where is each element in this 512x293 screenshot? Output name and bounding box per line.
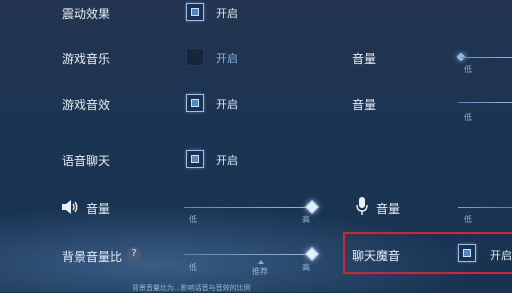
game-music-volume-min: 低 [464,65,472,74]
game-sfx-volume-min: 低 [464,113,472,122]
speaker-icon [61,199,79,215]
game-sfx-state-text: 开启 [216,98,238,111]
voice-changer-state-text: 开启 [490,249,512,262]
voice-chat-state-text: 开启 [216,154,238,167]
game-music-state-text: 开启 [216,52,238,65]
question-icon[interactable]: ? [127,247,141,261]
bg-volume-recommend-label: 推荐 [252,267,268,276]
game-music-volume-slider[interactable] [461,57,512,58]
vibration-checkbox[interactable] [186,3,204,21]
mic-volume-slider[interactable] [458,207,512,208]
speaker-volume-min: 低 [189,215,197,224]
mic-volume-min: 低 [464,215,472,224]
speaker-volume-slider[interactable] [184,207,312,208]
voice-changer-checkbox[interactable] [458,244,476,262]
bg-volume-ratio-knob[interactable] [304,246,320,262]
game-music-volume-label: 音量 [352,52,377,66]
voice-chat-checkbox[interactable] [186,150,204,168]
mic-volume-label: 音量 [376,202,401,216]
bg-volume-ratio-max: 高 [302,263,310,272]
speaker-volume-knob[interactable] [304,199,320,215]
game-music-checkbox[interactable] [186,48,204,66]
vibration-state-text: 开启 [216,7,238,20]
recommend-marker-icon [258,260,264,264]
microphone-icon [355,196,369,216]
bg-volume-ratio-label: 背景音量比 [62,250,123,264]
voice-changer-label: 聊天魔音 [352,249,401,263]
voice-chat-label: 语音聊天 [62,154,111,168]
game-sfx-label: 游戏音效 [62,98,111,112]
game-sfx-volume-slider[interactable] [458,102,512,103]
speaker-volume-label: 音量 [86,202,111,216]
bg-volume-ratio-slider[interactable] [184,254,312,255]
game-sfx-checkbox[interactable] [186,94,204,112]
game-music-label: 游戏音乐 [62,52,111,66]
bg-volume-ratio-min: 低 [189,263,197,272]
game-sfx-volume-label: 音量 [352,98,377,112]
speaker-volume-max: 高 [302,215,310,224]
vibration-label: 震动效果 [62,7,111,21]
